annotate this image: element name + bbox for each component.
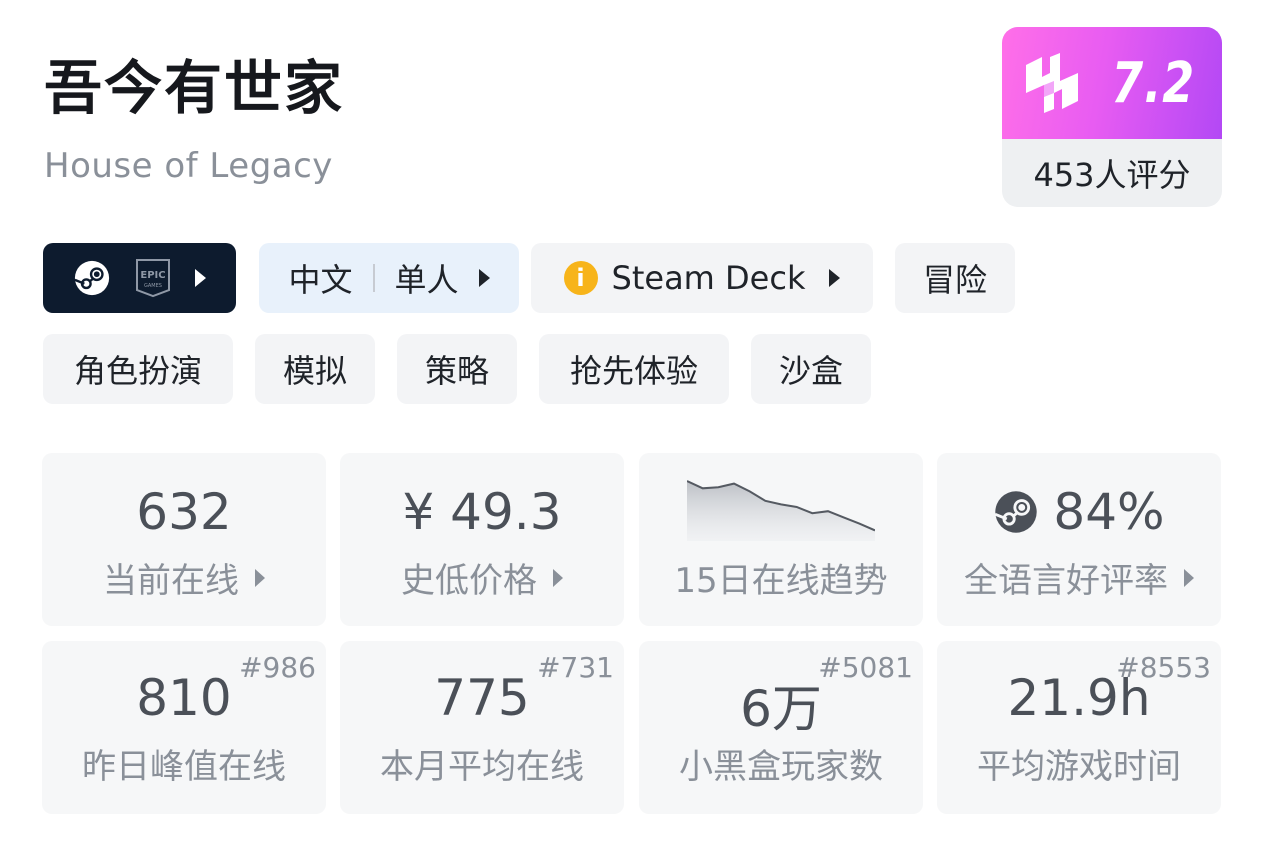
genre-label: 抢先体验 — [569, 352, 698, 390]
stat-value: ¥ 49.3 — [402, 483, 562, 541]
steam-deck-label: Steam Deck — [611, 259, 806, 297]
genre-tag-strategy[interactable]: 策略 — [397, 334, 517, 404]
genre-label: 模拟 — [282, 352, 347, 390]
stat-positive-rate[interactable]: 84% 全语言好评率 — [937, 453, 1221, 626]
heybox-logo-icon — [1025, 53, 1078, 113]
stat-label: 平均游戏时间 — [937, 739, 1221, 788]
divider — [372, 264, 375, 292]
genre-label: 沙盒 — [778, 352, 843, 390]
genre-label: 冒险 — [922, 261, 987, 299]
language-tag[interactable]: 中文 单人 — [259, 243, 519, 313]
stat-label: 当前在线 — [42, 553, 326, 602]
stat-value: 21.9h — [1007, 669, 1151, 727]
genre-label: 角色扮演 — [73, 352, 202, 390]
chevron-right-icon — [195, 269, 206, 287]
chevron-right-icon — [553, 568, 563, 587]
mode-label: 单人 — [394, 261, 459, 299]
stat-label: 小黑盒玩家数 — [639, 739, 923, 788]
genre-tag-rpg[interactable]: 角色扮演 — [43, 334, 233, 404]
genre-tag-early-access[interactable]: 抢先体验 — [539, 334, 729, 404]
stat-label-text: 史低价格 — [401, 561, 537, 601]
stat-monthly-average: #731 775 本月平均在线 — [340, 641, 624, 814]
stat-label-text: 昨日峰值在线 — [82, 747, 286, 787]
stat-label-text: 当前在线 — [103, 561, 239, 601]
steam-icon — [74, 260, 110, 296]
stat-label-text: 15日在线趋势 — [674, 561, 888, 601]
stat-value: 810 — [136, 669, 232, 727]
steam-icon — [995, 491, 1038, 533]
score-card[interactable]: 7.2 453人评分 — [1002, 27, 1222, 207]
rating-count: 453人评分 — [1033, 156, 1191, 194]
stat-lowest-price[interactable]: ¥ 49.3 史低价格 — [340, 453, 624, 626]
stat-label: 昨日峰值在线 — [42, 739, 326, 788]
platform-tag[interactable]: EPIC GAMES — [43, 243, 236, 313]
stat-yesterday-peak: #986 810 昨日峰值在线 — [42, 641, 326, 814]
chevron-right-icon — [829, 269, 841, 287]
chevron-right-icon — [478, 269, 490, 287]
info-icon: i — [563, 261, 598, 295]
svg-text:EPIC: EPIC — [140, 270, 165, 281]
stat-value: 84% — [1053, 483, 1165, 541]
stat-label-text: 本月平均在线 — [380, 747, 584, 787]
stat-label: 史低价格 — [340, 553, 624, 602]
epic-games-icon: EPIC GAMES — [136, 259, 170, 298]
stat-value: 775 — [434, 669, 530, 727]
stat-label-text: 全语言好评率 — [964, 561, 1168, 601]
genre-label: 策略 — [424, 352, 489, 390]
score-value: 7.2 — [1111, 50, 1195, 116]
stat-current-online[interactable]: 632 当前在线 — [42, 453, 326, 626]
genre-tag-simulation[interactable]: 模拟 — [255, 334, 375, 404]
stat-label: 全语言好评率 — [937, 553, 1221, 602]
steam-deck-tag[interactable]: i Steam Deck — [531, 243, 873, 313]
chevron-right-icon — [255, 568, 265, 587]
svg-text:GAMES: GAMES — [144, 283, 162, 289]
stat-value-row: 84% — [937, 483, 1221, 541]
stat-label: 15日在线趋势 — [639, 553, 923, 602]
stat-label-text: 平均游戏时间 — [977, 747, 1181, 787]
stat-average-playtime: #8553 21.9h 平均游戏时间 — [937, 641, 1221, 814]
game-title: 吾今有世家 — [44, 54, 345, 122]
chevron-right-icon — [1184, 568, 1194, 587]
stat-heybox-players: #5081 6万 小黑盒玩家数 — [639, 641, 923, 814]
language-label: 中文 — [288, 261, 353, 299]
game-subtitle: House of Legacy — [44, 146, 333, 186]
stat-online-trend[interactable]: 15日在线趋势 — [639, 453, 923, 626]
stat-label-text: 小黑盒玩家数 — [679, 747, 883, 787]
genre-tag-adventure[interactable]: 冒险 — [895, 243, 1015, 313]
stat-label: 本月平均在线 — [340, 739, 624, 788]
stat-value: 632 — [136, 483, 232, 541]
genre-tag-sandbox[interactable]: 沙盒 — [751, 334, 871, 404]
stat-value: 6万 — [740, 680, 822, 738]
score-banner: 7.2 — [1002, 27, 1222, 139]
sparkline-area — [687, 481, 875, 541]
online-trend-sparkline — [687, 480, 875, 541]
